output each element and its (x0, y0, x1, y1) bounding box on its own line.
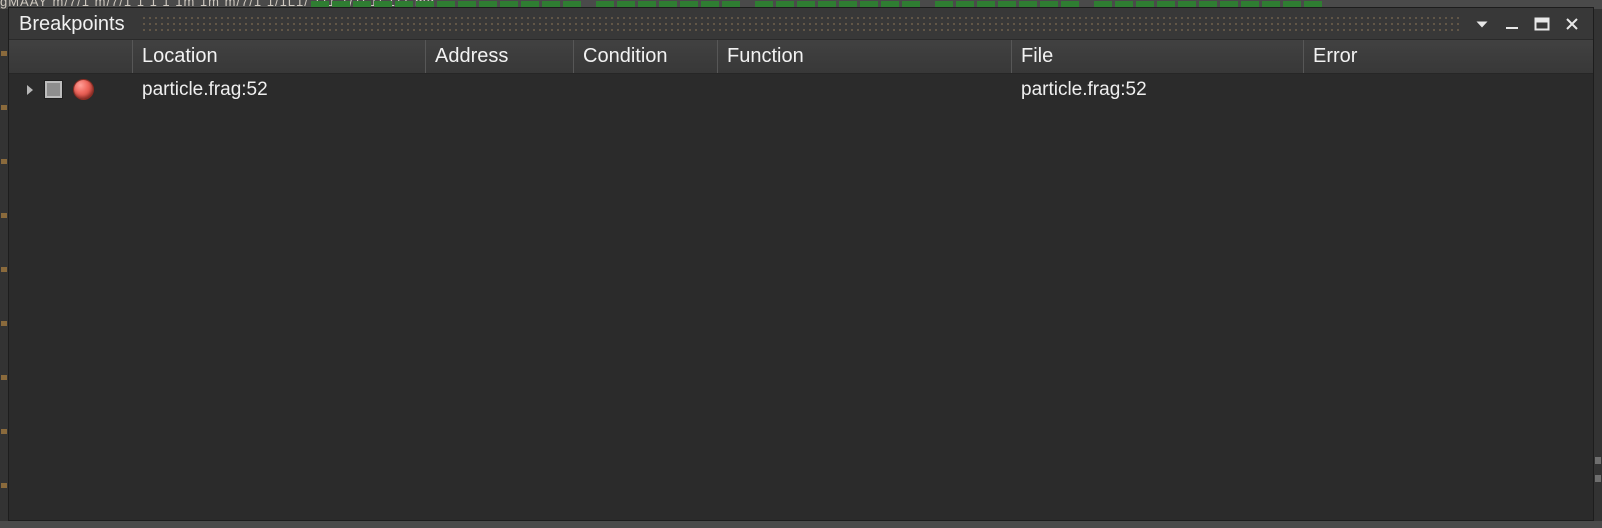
background-right-rail (1594, 9, 1602, 528)
table-header-row: Location Address Condition Function File Erro… (9, 40, 1593, 74)
background-rail-tick (1, 51, 7, 56)
background-rail-tick (1595, 475, 1601, 482)
breakpoints-panel: Breakpoints Location Address Condition F… (8, 7, 1594, 521)
background-rail-tick (1595, 457, 1601, 464)
background-rail-tick (1, 375, 7, 380)
cell-file: particle.frag:52 (1021, 79, 1147, 100)
minimize-button[interactable] (1497, 11, 1527, 37)
cell-location: particle.frag:52 (142, 79, 268, 100)
cell-condition (574, 74, 718, 105)
enabled-checkbox[interactable] (45, 81, 62, 98)
maximize-icon (1533, 16, 1551, 32)
panel-title: Breakpoints (19, 12, 125, 35)
cell-gutter (9, 74, 133, 105)
column-header-error[interactable]: Error (1304, 40, 1593, 73)
column-header-location[interactable]: Location (133, 40, 426, 73)
cell-address (426, 74, 574, 105)
maximize-button[interactable] (1527, 11, 1557, 37)
table-body: particle.frag:52 particle.frag:52 (9, 74, 1593, 520)
breakpoint-dot-icon[interactable] (74, 80, 93, 99)
window-drag-handle[interactable] (142, 14, 1459, 33)
close-button[interactable] (1557, 11, 1587, 37)
expand-triangle-icon[interactable] (19, 74, 41, 105)
chevron-down-icon (1474, 17, 1490, 31)
background-rail-tick (1, 483, 7, 488)
background-rail-tick (1, 429, 7, 434)
cell-function (718, 74, 1012, 105)
close-icon (1563, 16, 1581, 32)
background-rail-tick (1, 213, 7, 218)
background-rail-tick (1, 321, 7, 326)
column-header-file[interactable]: File (1012, 40, 1304, 73)
background-rail-tick (1, 105, 7, 110)
panel-titlebar[interactable]: Breakpoints (9, 8, 1593, 40)
cell-error (1304, 74, 1593, 105)
breakpoints-table: Location Address Condition Function File Erro… (9, 40, 1593, 520)
background-rail-tick (1, 267, 7, 272)
minimize-icon (1504, 17, 1520, 31)
column-header-address[interactable]: Address (426, 40, 574, 73)
background-rail-tick (1, 159, 7, 164)
collapse-button[interactable] (1467, 11, 1497, 37)
column-header-function[interactable]: Function (718, 40, 1012, 73)
triangle-right-glyph (27, 84, 33, 95)
background-bottom-strip (0, 521, 1602, 528)
column-header-gutter[interactable] (9, 40, 133, 73)
table-row[interactable]: particle.frag:52 particle.frag:52 (9, 74, 1593, 105)
column-header-condition[interactable]: Condition (574, 40, 718, 73)
